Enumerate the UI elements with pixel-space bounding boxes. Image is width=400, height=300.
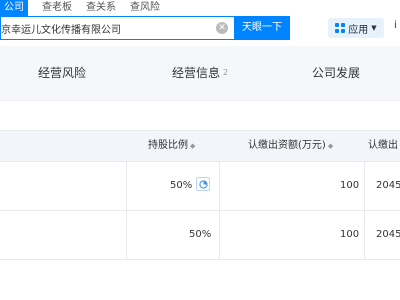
- search-box: ✕: [0, 16, 234, 40]
- table-row: 50% 100 2045: [0, 162, 400, 211]
- nav-company-development[interactable]: 公司发展: [312, 65, 360, 81]
- more-button[interactable]: i: [394, 20, 397, 31]
- nav-label: 经营风险: [38, 66, 87, 80]
- subscribed-date-cell: 2045: [376, 229, 400, 240]
- search-header: 公司 查老板 查关系 查风险 ✕ 天眼一下 应用 ▼ i: [0, 0, 400, 46]
- share-ratio-cell: 50%: [189, 229, 212, 240]
- sort-icon: ◆: [327, 142, 334, 150]
- search-tab-risk[interactable]: 查风险: [130, 0, 160, 16]
- grid-icon: [335, 23, 346, 33]
- nav-count: 2: [223, 68, 229, 77]
- search-tab-boss[interactable]: 查老板: [42, 0, 72, 16]
- chevron-down-icon: ▼: [371, 24, 377, 32]
- nav-business-risk[interactable]: 经营风险: [38, 65, 86, 81]
- subscribed-amount-cell: 100: [340, 180, 360, 191]
- nav-business-info[interactable]: 经营信息 2: [172, 65, 228, 81]
- nav-label: 经营信息: [172, 66, 221, 80]
- search-tab-company[interactable]: 公司: [0, 0, 28, 16]
- subscribed-amount-cell: 100: [340, 229, 360, 240]
- search-tabs: 公司 查老板 查关系 查风险: [0, 0, 174, 16]
- search-button[interactable]: 天眼一下: [234, 16, 290, 40]
- share-ratio-cell: 50%: [170, 162, 211, 210]
- nav-label: 公司发展: [312, 66, 361, 80]
- section-nav: 经营风险 经营信息 2 公司发展: [0, 46, 400, 101]
- share-ratio-value: 50%: [170, 180, 193, 191]
- column-subscribed-date[interactable]: 认缴出: [368, 131, 398, 161]
- search-tab-relation[interactable]: 查关系: [86, 0, 116, 16]
- app-menu-button[interactable]: 应用 ▼: [328, 18, 384, 38]
- subscribed-date-cell: 2045: [376, 180, 400, 191]
- sort-icon: ◆: [190, 142, 196, 150]
- column-share-ratio[interactable]: 持股比例 ◆: [148, 131, 195, 161]
- column-subscribed-amount[interactable]: 认缴出资额(万元) ◆: [248, 131, 333, 161]
- table-header: 持股比例 ◆ 认缴出资额(万元) ◆ 认缴出: [0, 130, 400, 162]
- clear-icon[interactable]: ✕: [216, 22, 228, 34]
- table-row: 50% 100 2045: [0, 211, 400, 260]
- search-input[interactable]: [1, 17, 211, 39]
- app-menu-label: 应用: [348, 24, 369, 36]
- pie-chart-icon[interactable]: [196, 177, 211, 191]
